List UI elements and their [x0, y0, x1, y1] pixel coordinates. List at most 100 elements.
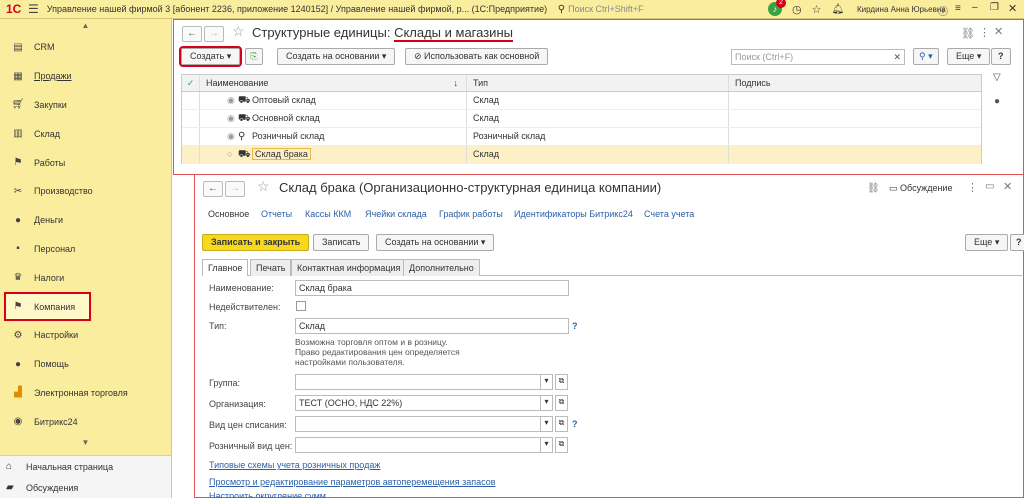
- more-actions-icon[interactable]: ⋮: [979, 26, 990, 39]
- filter-icon[interactable]: ▽: [993, 72, 1001, 83]
- close-window-icon[interactable]: ✕: [994, 25, 1003, 38]
- nav-reports[interactable]: Отчеты: [261, 209, 292, 219]
- save-close-button[interactable]: Записать и закрыть: [202, 234, 310, 251]
- global-search[interactable]: ⚲ Поиск Ctrl+Shift+F: [558, 4, 758, 15]
- use-as-main-button[interactable]: ⊘ Использовать как основной: [405, 48, 549, 65]
- sidebar-item-purchases[interactable]: 🛒︎ Закупки: [0, 91, 171, 120]
- save-button[interactable]: Записать: [313, 234, 370, 251]
- type-help-icon[interactable]: ?: [572, 321, 578, 331]
- price-dropdown-icon[interactable]: ▾: [540, 416, 553, 432]
- sidebar-item-label: Склад: [34, 128, 61, 139]
- nav-schedule[interactable]: График работы: [439, 209, 503, 219]
- org-open-icon[interactable]: ⧉: [555, 395, 568, 411]
- form-close-icon[interactable]: ✕: [1003, 180, 1012, 193]
- favorites-icon[interactable]: ☆: [812, 3, 822, 16]
- sidebar-item-money[interactable]: ● Деньги: [0, 206, 171, 235]
- sidebar-item-works[interactable]: ⚑ Работы: [0, 148, 171, 177]
- minimize-icon[interactable]: –: [972, 2, 978, 13]
- form-more-button[interactable]: Еще ▾: [965, 234, 1009, 251]
- name-field[interactable]: Склад брака: [295, 280, 569, 296]
- tab-main[interactable]: Главное: [202, 259, 249, 276]
- org-field[interactable]: ТЕСТ (ОСНО, НДС 22%): [295, 395, 541, 411]
- discussion-button[interactable]: ▭ Обсуждение: [889, 183, 952, 194]
- column-header-type[interactable]: Тип: [467, 75, 729, 91]
- rounding-link[interactable]: Настроить округление сумм: [209, 492, 326, 498]
- create-based-on-button[interactable]: Создать на основании ▾: [277, 48, 396, 65]
- retail-dropdown-icon[interactable]: ▾: [540, 437, 553, 453]
- form-back-button[interactable]: ←: [203, 181, 223, 197]
- nav-accounts[interactable]: Счета учета: [644, 209, 694, 219]
- sidebar-item-company[interactable]: ⚑ Компания: [4, 292, 91, 321]
- org-dropdown-icon[interactable]: ▾: [540, 395, 553, 411]
- tab-print[interactable]: Печать: [250, 259, 292, 276]
- table-row-selected[interactable]: ○ ⛟ Склад брака Склад: [182, 146, 981, 164]
- nav-cells[interactable]: Ячейки склада: [365, 209, 427, 219]
- sidebar-item-help[interactable]: ● Помощь: [0, 350, 171, 379]
- sidebar-item-sales[interactable]: ▦ Продажи: [0, 62, 171, 91]
- column-header-name[interactable]: Наименование ↓: [200, 75, 467, 91]
- user-name[interactable]: Кирдина Анна Юрьевна: [857, 5, 946, 14]
- menu-icon[interactable]: ☰: [28, 2, 39, 16]
- tab-contacts[interactable]: Контактная информация: [291, 259, 407, 276]
- sidebar-item-production[interactable]: ✂ Производство: [0, 177, 171, 206]
- notifications-icon[interactable]: ♪ 2: [768, 0, 786, 16]
- form-link-icon[interactable]: ⛓: [867, 183, 880, 194]
- table-row[interactable]: ◉ ⚲ Розничный склад Розничный склад: [182, 128, 981, 146]
- link-icon[interactable]: ⛓: [961, 27, 975, 40]
- invalid-checkbox[interactable]: [296, 301, 306, 311]
- sidebar-item-bitrix[interactable]: ◉ Битрикс24: [0, 407, 171, 436]
- type-field[interactable]: Склад: [295, 318, 569, 334]
- sidebar-item-taxes[interactable]: ♛ Налоги: [0, 263, 171, 292]
- create-copy-icon[interactable]: ⎘: [245, 48, 263, 65]
- create-button[interactable]: Создать ▾: [178, 46, 243, 67]
- table-row[interactable]: ◉ ⛟ Основной склад Склад: [182, 110, 981, 128]
- form-favorite-star-icon[interactable]: ☆: [257, 178, 270, 195]
- sidebar-item-crm[interactable]: ▤ CRM: [0, 33, 171, 62]
- group-dropdown-icon[interactable]: ▾: [540, 374, 553, 390]
- table-row[interactable]: ◉ ⛟ Оптовый склад Склад: [182, 92, 981, 110]
- clear-icon[interactable]: ✕: [893, 50, 901, 64]
- nav-kkm[interactable]: Кассы ККМ: [305, 209, 351, 219]
- more-button[interactable]: Еще ▾: [947, 48, 991, 65]
- form-maximize-icon[interactable]: ▭: [985, 181, 994, 192]
- retail-schemes-link[interactable]: Типовые схемы учета розничных продаж: [209, 460, 380, 470]
- history-icon[interactable]: ◷: [792, 3, 802, 16]
- retail-field[interactable]: [295, 437, 541, 453]
- sidebar-item-staff[interactable]: ▪ Персонал: [0, 235, 171, 264]
- tab-additional[interactable]: Дополнительно: [403, 259, 480, 276]
- sidebar-item-settings[interactable]: ⚙ Настройки: [0, 321, 171, 350]
- price-open-icon[interactable]: ⧉: [555, 416, 568, 432]
- group-open-icon[interactable]: ⧉: [555, 374, 568, 390]
- info-icon[interactable]: ⓘ: [938, 3, 948, 18]
- form-more-icon[interactable]: ⋮: [967, 181, 978, 194]
- sidebar-item-warehouse[interactable]: ▥ Склад: [0, 119, 171, 148]
- sidebar-item-ecommerce[interactable]: ▟ Электронная торговля: [0, 379, 171, 408]
- nav-bitrix-ids[interactable]: Идентификаторы Битрикс24: [514, 209, 633, 219]
- price-field[interactable]: [295, 416, 541, 432]
- home-page-link[interactable]: ⌂ Начальная страница: [0, 456, 171, 477]
- help-button[interactable]: ?: [991, 48, 1011, 65]
- form-create-based-button[interactable]: Создать на основании ▾: [376, 234, 495, 251]
- close-icon[interactable]: ✕: [1008, 2, 1017, 15]
- group-field[interactable]: [295, 374, 541, 390]
- check-all-icon[interactable]: ✓: [182, 75, 200, 91]
- list-search-input[interactable]: Поиск (Ctrl+F) ✕: [731, 49, 905, 65]
- discussions-link[interactable]: ▰ Обсуждения: [0, 477, 171, 498]
- settings-icon[interactable]: ≡: [955, 3, 961, 14]
- retail-open-icon[interactable]: ⧉: [555, 437, 568, 453]
- scroll-up-icon[interactable]: ▲: [0, 19, 171, 33]
- column-header-sign[interactable]: Подпись: [729, 75, 981, 91]
- price-help-icon[interactable]: ?: [572, 419, 578, 429]
- search-button[interactable]: ⚲ ▾: [913, 48, 939, 65]
- forward-button[interactable]: →: [204, 26, 224, 42]
- scroll-down-icon[interactable]: ▼: [0, 436, 171, 450]
- nav-main[interactable]: Основное: [208, 209, 249, 219]
- form-forward-button[interactable]: →: [225, 181, 245, 197]
- form-help-button[interactable]: ?: [1010, 234, 1024, 251]
- bell-icon[interactable]: 🔔︎: [831, 4, 844, 15]
- maximize-icon[interactable]: ❐: [990, 2, 999, 13]
- auto-transfer-link[interactable]: Просмотр и редактирование параметров авт…: [209, 477, 496, 487]
- user-icon[interactable]: ●: [994, 96, 1000, 107]
- favorite-star-icon[interactable]: ☆: [232, 23, 245, 40]
- back-button[interactable]: ←: [182, 26, 202, 42]
